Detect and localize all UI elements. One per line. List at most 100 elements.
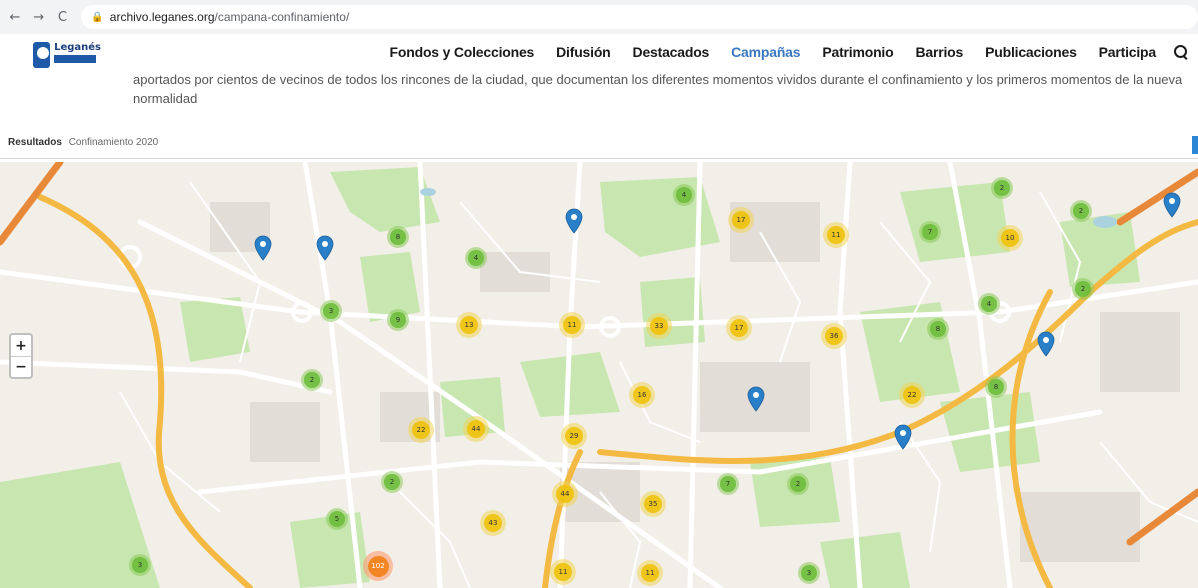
search-icon[interactable] <box>1174 45 1188 59</box>
cluster-marker[interactable]: 5 <box>326 508 348 530</box>
cluster-count: 33 <box>649 316 669 336</box>
zoom-control: + − <box>9 333 33 379</box>
cluster-count: 2 <box>304 372 320 388</box>
cluster-count: 102 <box>367 555 389 577</box>
map-pin-icon[interactable] <box>1037 331 1055 357</box>
cluster-marker[interactable]: 11 <box>823 222 849 248</box>
cluster-marker[interactable]: 2 <box>991 177 1013 199</box>
nav-item-destacados[interactable]: Destacados <box>633 44 710 60</box>
cluster-count: 3 <box>323 303 339 319</box>
nav-item-campanas[interactable]: Campañas <box>731 44 800 60</box>
cluster-count: 11 <box>553 562 573 582</box>
url-host: archivo.leganes.org <box>109 10 215 24</box>
cluster-marker[interactable]: 7 <box>919 221 941 243</box>
cluster-marker[interactable]: 22 <box>899 382 925 408</box>
side-panel-tab[interactable] <box>1192 136 1198 154</box>
logo-bar <box>54 55 97 63</box>
cluster-marker[interactable]: 4 <box>673 184 695 206</box>
cluster-count: 44 <box>555 484 575 504</box>
cluster-marker[interactable]: 17 <box>728 207 754 233</box>
cluster-marker[interactable]: 4 <box>465 247 487 269</box>
cluster-marker[interactable]: 102 <box>363 551 393 581</box>
map-pin-icon[interactable] <box>747 386 765 412</box>
site-logo[interactable]: Leganés <box>33 42 101 70</box>
cluster-marker[interactable]: 3 <box>129 554 151 576</box>
cluster-marker[interactable]: 7 <box>717 473 739 495</box>
cluster-marker[interactable]: 17 <box>726 315 752 341</box>
nav-item-barrios[interactable]: Barrios <box>915 44 963 60</box>
url-path: /campana-confinamiento/ <box>214 10 350 24</box>
cluster-marker[interactable]: 44 <box>463 416 489 442</box>
cluster-marker[interactable]: 2 <box>1070 200 1092 222</box>
nav-item-fondos[interactable]: Fondos y Colecciones <box>390 44 535 60</box>
zoom-out-button[interactable]: − <box>11 356 31 377</box>
cluster-count: 4 <box>676 187 692 203</box>
cluster-marker[interactable]: 8 <box>927 318 949 340</box>
map-pin-icon[interactable] <box>565 208 583 234</box>
address-bar[interactable]: 🔒 archivo.leganes.org /campana-confinami… <box>81 5 1198 29</box>
cluster-count: 2 <box>384 474 400 490</box>
lock-icon: 🔒 <box>91 11 104 23</box>
cluster-count: 29 <box>564 426 584 446</box>
map-pin-icon[interactable] <box>894 424 912 450</box>
cluster-count: 2 <box>1073 203 1089 219</box>
cluster-count: 11 <box>640 563 660 583</box>
cluster-marker[interactable]: 11 <box>559 312 585 338</box>
cluster-marker[interactable]: 22 <box>408 417 434 443</box>
cluster-count: 5 <box>329 511 345 527</box>
cluster-count: 2 <box>1075 281 1091 297</box>
back-icon[interactable]: ← <box>6 8 24 26</box>
cluster-count: 8 <box>390 229 406 245</box>
cluster-marker[interactable]: 2 <box>381 471 403 493</box>
intro-text: aportados por cientos de vecinos de todo… <box>133 72 1183 106</box>
results-label: Resultados <box>8 137 62 148</box>
cluster-count: 22 <box>902 385 922 405</box>
cluster-marker[interactable]: 2 <box>1072 278 1094 300</box>
nav-item-difusion[interactable]: Difusión <box>556 44 611 60</box>
cluster-count: 7 <box>720 476 736 492</box>
map-tiles <box>0 162 1198 588</box>
map-pin-icon[interactable] <box>1163 192 1181 218</box>
cluster-marker[interactable]: 11 <box>550 559 576 585</box>
cluster-marker[interactable]: 4 <box>978 293 1000 315</box>
nav-item-patrimonio[interactable]: Patrimonio <box>822 44 893 60</box>
cluster-marker[interactable]: 11 <box>637 560 663 586</box>
cluster-count: 8 <box>988 379 1004 395</box>
cluster-marker[interactable]: 16 <box>629 382 655 408</box>
nav-item-participa[interactable]: Participa <box>1099 44 1157 60</box>
cluster-count: 11 <box>562 315 582 335</box>
cluster-marker[interactable]: 36 <box>821 323 847 349</box>
cluster-count: 4 <box>468 250 484 266</box>
cluster-count: 36 <box>824 326 844 346</box>
results-divider <box>0 158 1198 159</box>
browser-toolbar: ← → C 🔒 archivo.leganes.org /campana-con… <box>0 0 1198 34</box>
cluster-count: 8 <box>930 321 946 337</box>
site-header: Leganés Fondos y Colecciones Difusión De… <box>0 34 1198 74</box>
cluster-marker[interactable]: 9 <box>387 309 409 331</box>
nav-item-publicaciones[interactable]: Publicaciones <box>985 44 1077 60</box>
cluster-marker[interactable]: 2 <box>301 369 323 391</box>
cluster-marker[interactable]: 44 <box>552 481 578 507</box>
results-bar: Resultados Confinamiento 2020 <box>8 137 158 148</box>
map-pin-icon[interactable] <box>254 235 272 261</box>
cluster-marker[interactable]: 2 <box>787 473 809 495</box>
cluster-marker[interactable]: 10 <box>997 225 1023 251</box>
map-canvas[interactable]: + − 4 17 11 2 2 7 10 8 4 3 9 13 11 33 17 36 8 4 2 2 16 22 8 22 4… <box>0 162 1198 588</box>
cluster-marker[interactable]: 35 <box>640 491 666 517</box>
cluster-marker[interactable]: 13 <box>456 312 482 338</box>
cluster-count: 43 <box>483 513 503 533</box>
cluster-marker[interactable]: 8 <box>985 376 1007 398</box>
reload-icon[interactable]: C <box>54 8 72 26</box>
cluster-count: 2 <box>994 180 1010 196</box>
cluster-count: 4 <box>981 296 997 312</box>
cluster-marker[interactable]: 29 <box>561 423 587 449</box>
cluster-marker[interactable]: 3 <box>320 300 342 322</box>
cluster-marker[interactable]: 33 <box>646 313 672 339</box>
cluster-marker[interactable]: 3 <box>798 562 820 584</box>
zoom-in-button[interactable]: + <box>11 335 31 356</box>
cluster-count: 9 <box>390 312 406 328</box>
map-pin-icon[interactable] <box>316 235 334 261</box>
cluster-marker[interactable]: 8 <box>387 226 409 248</box>
cluster-marker[interactable]: 43 <box>480 510 506 536</box>
forward-icon[interactable]: → <box>30 8 48 26</box>
